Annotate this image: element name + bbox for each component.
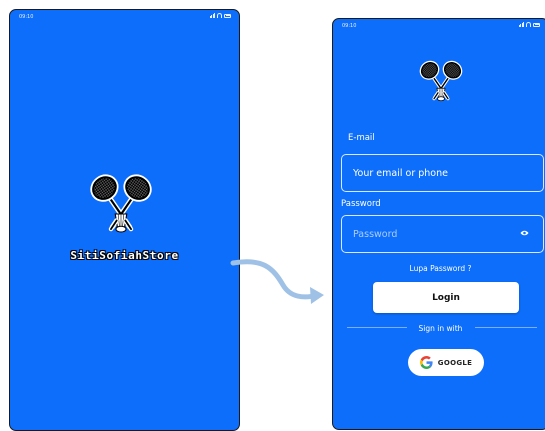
sign-in-with-label: Sign in with — [418, 324, 463, 333]
badminton-logo-icon — [85, 156, 157, 254]
badminton-logo-icon — [416, 56, 466, 103]
brand-name: SitiSofiahStore — [70, 249, 179, 262]
google-signin-button[interactable]: GOOGLE — [408, 349, 484, 376]
status-icons — [209, 13, 231, 18]
email-label: E-mail — [348, 133, 375, 143]
status-icons — [518, 22, 540, 27]
signal-icon — [209, 13, 215, 18]
battery-icon — [533, 22, 540, 27]
eye-icon[interactable] — [520, 230, 529, 236]
password-field[interactable]: Password — [341, 215, 544, 253]
status-time: 09:10 — [342, 23, 357, 29]
google-button-label: GOOGLE — [437, 358, 473, 367]
login-button[interactable]: Login — [373, 282, 519, 313]
forgot-password-link[interactable]: Lupa Password ? — [333, 264, 545, 273]
splash-screen: 09:10 SitiSofiahStore — [9, 9, 240, 431]
flow-arrow-icon — [230, 259, 324, 304]
password-placeholder: Password — [353, 229, 398, 240]
email-field[interactable]: Your email or phone — [341, 154, 544, 192]
wifi-icon — [526, 22, 531, 27]
signal-icon — [518, 22, 524, 27]
wifi-icon — [217, 13, 222, 18]
password-label: Password — [341, 199, 381, 209]
status-bar: 09:10 — [333, 19, 545, 33]
login-screen: 09:10 E-mail Your email or phone Passwor… — [332, 18, 545, 430]
email-placeholder: Your email or phone — [353, 168, 448, 179]
google-icon — [419, 356, 433, 369]
status-bar: 09:10 — [10, 10, 239, 24]
status-time: 09:10 — [19, 14, 34, 20]
battery-icon — [224, 13, 231, 18]
